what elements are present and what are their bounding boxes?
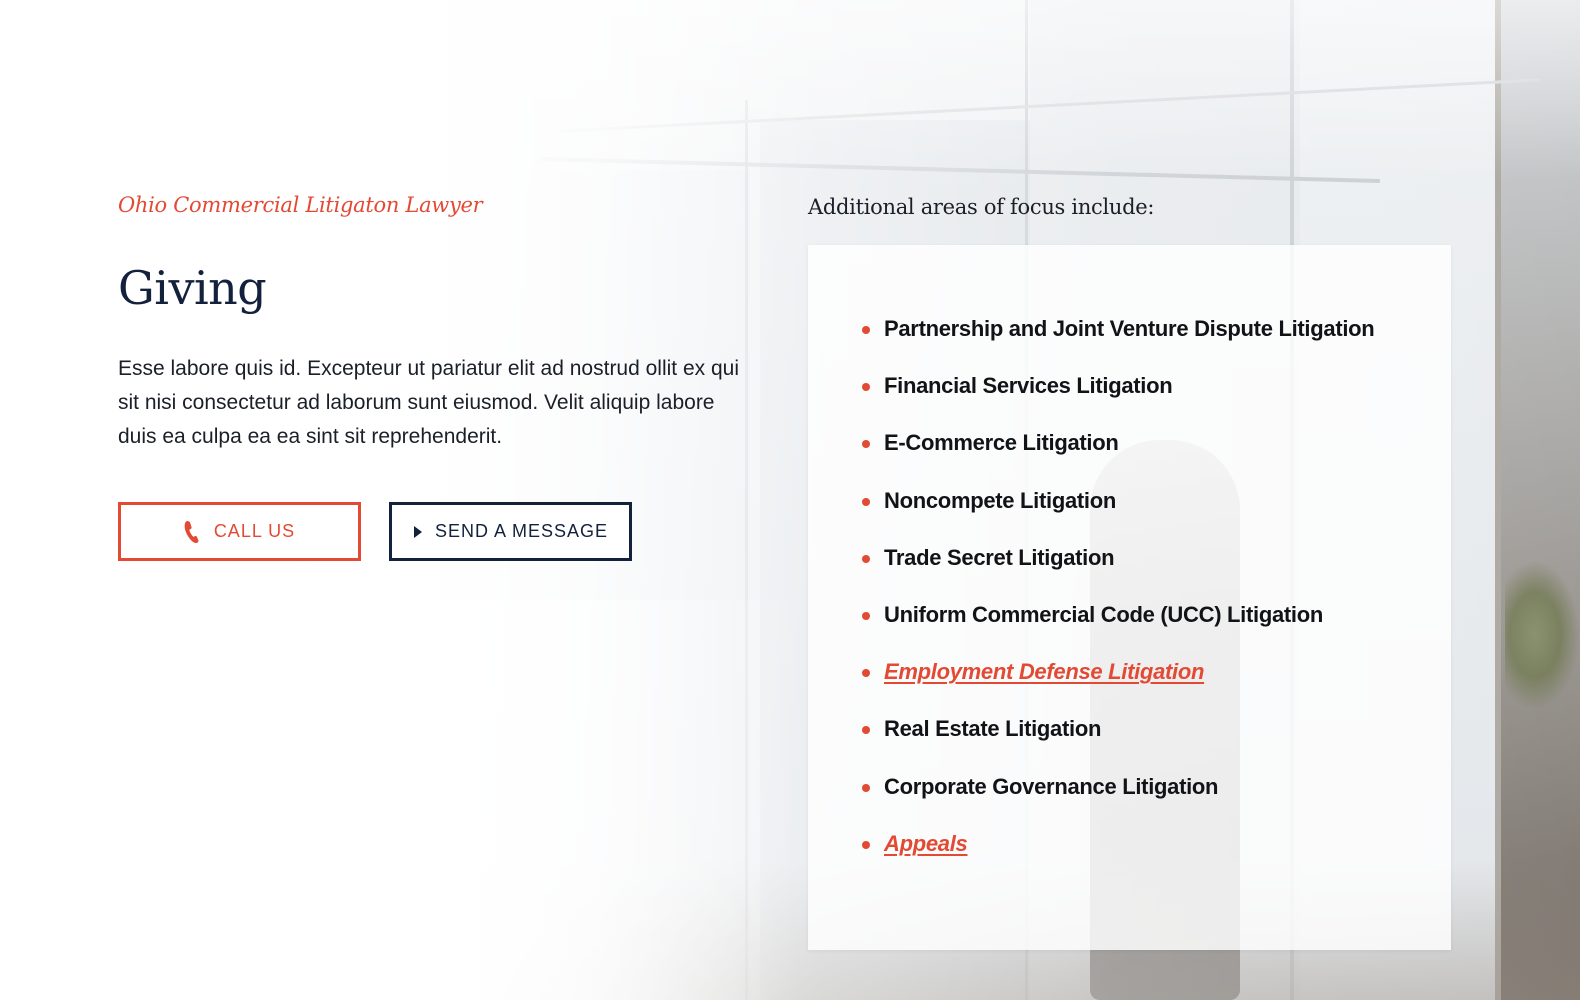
focus-item-label: Real Estate Litigation [884, 716, 1102, 742]
bullet-icon [862, 326, 870, 334]
send-message-button[interactable]: SEND A MESSAGE [389, 502, 632, 561]
focus-item-real-estate: Real Estate Litigation [862, 711, 1442, 768]
play-triangle-icon [413, 525, 423, 539]
bullet-icon [862, 669, 870, 678]
focus-item-financial-services: Financial Services Litigation [862, 368, 1442, 425]
bullet-icon [862, 383, 870, 392]
page-title: Giving [118, 261, 267, 315]
bullet-icon [862, 726, 870, 735]
bullet-icon [862, 440, 870, 449]
focus-item-corporate-governance: Corporate Governance Litigation [862, 769, 1442, 826]
focus-item-label: Financial Services Litigation [884, 373, 1173, 399]
bullet-icon [862, 611, 870, 620]
intro-section: Ohio Commercial Litigaton Lawyer Giving … [118, 190, 758, 561]
focus-heading: Additional areas of focus include: [808, 195, 1155, 219]
bullet-icon [862, 497, 870, 506]
call-us-button[interactable]: CALL US [118, 502, 361, 561]
focus-item-label: Corporate Governance Litigation [884, 773, 1219, 799]
focus-item-noncompete: Noncompete Litigation [862, 483, 1442, 540]
focus-item-e-commerce: E-Commerce Litigation [862, 425, 1442, 482]
focus-item-label: Trade Secret Litigation [884, 544, 1115, 570]
call-us-label: CALL US [213, 521, 296, 541]
phone-icon [184, 520, 202, 544]
focus-item-label[interactable]: Employment Defense Litigation [884, 654, 1204, 690]
focus-list: Partnership and Joint Venture Dispute Li… [862, 311, 1442, 883]
focus-card: Partnership and Joint Venture Dispute Li… [808, 245, 1451, 950]
focus-item-ucc: Uniform Commercial Code (UCC) Litigation [862, 597, 1442, 654]
focus-item-label: Uniform Commercial Code (UCC) Litigation [884, 601, 1324, 627]
send-message-label: SEND A MESSAGE [434, 521, 609, 541]
eyebrow-subtitle: Ohio Commercial Litigaton Lawyer [118, 193, 483, 217]
bullet-icon [862, 840, 870, 849]
bullet-icon [862, 783, 870, 792]
bullet-icon [862, 554, 870, 563]
intro-paragraph: Esse labore quis id. Excepteur ut pariat… [118, 357, 740, 448]
focus-item-label[interactable]: Appeals [884, 826, 968, 862]
focus-item-label: Noncompete Litigation [884, 487, 1117, 513]
focus-item-label: E-Commerce Litigation [884, 430, 1119, 456]
focus-item-partnership: Partnership and Joint Venture Dispute Li… [862, 311, 1442, 368]
page: Ohio Commercial Litigaton Lawyer Giving … [0, 0, 1580, 1000]
focus-item-appeals-link[interactable]: Appeals [862, 826, 1442, 883]
focus-item-label: Partnership and Joint Venture Dispute Li… [884, 316, 1375, 341]
cta-buttons: CALL US SEND A MESSAGE [118, 502, 758, 561]
focus-item-trade-secret: Trade Secret Litigation [862, 540, 1442, 597]
focus-item-employment-defense-link[interactable]: Employment Defense Litigation [862, 654, 1442, 711]
